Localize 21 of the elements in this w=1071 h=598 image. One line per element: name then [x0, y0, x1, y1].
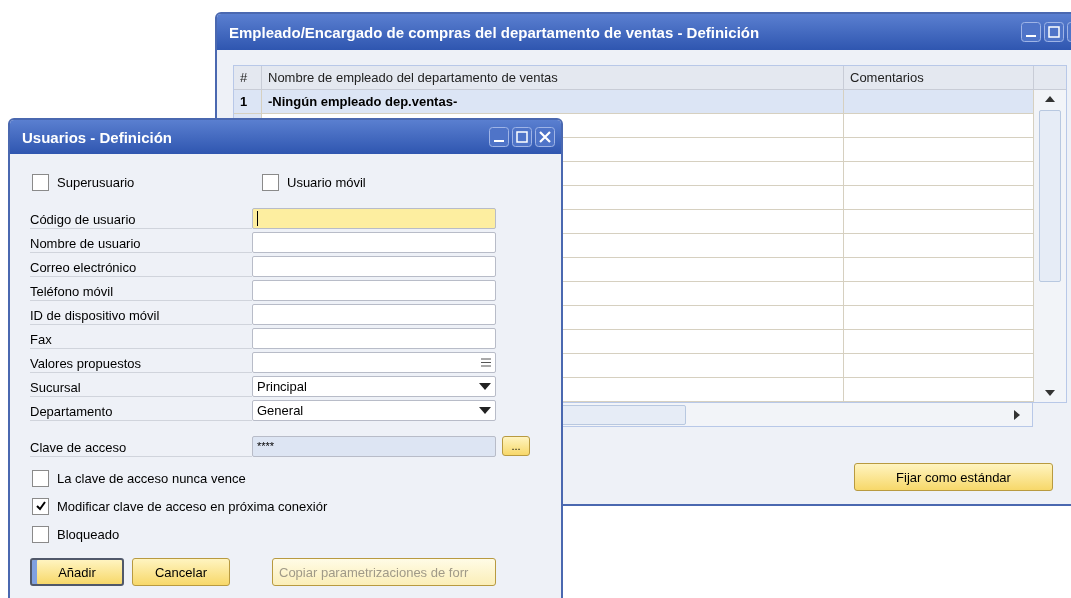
- field-label: ID de dispositivo móvil: [30, 303, 252, 325]
- checkbox-label: La clave de acceso nunca vence: [57, 470, 246, 486]
- field-label: Departamento: [30, 399, 252, 421]
- field-label: Nombre de usuario: [30, 231, 252, 253]
- field-label: Código de usuario: [30, 207, 252, 229]
- field-label: Sucursal: [30, 375, 252, 397]
- checkbox-label: Bloqueado: [57, 526, 120, 542]
- field-label: Clave de acceso: [30, 435, 252, 457]
- dropdown-value: Principal: [257, 378, 307, 394]
- field-label: Fax: [30, 327, 252, 349]
- password-value: ****: [257, 440, 275, 452]
- window-title: Usuarios - Definición: [22, 128, 173, 146]
- row-number: 1: [234, 90, 262, 114]
- field-label: Teléfono móvil: [30, 279, 252, 301]
- dropdown-value: General: [257, 402, 304, 418]
- field-label: Correo electrónico: [30, 255, 252, 277]
- checkbox-label: Usuario móvil: [287, 174, 366, 190]
- checkbox-label: Modificar clave de acceso en próxima conexiór: [57, 498, 328, 514]
- field-label: Valores propuestos: [30, 351, 252, 373]
- window-title: Empleado/Encargado de compras del departamento de ventas - Definición: [229, 23, 760, 41]
- checkbox-label: Superusuario: [57, 174, 135, 190]
